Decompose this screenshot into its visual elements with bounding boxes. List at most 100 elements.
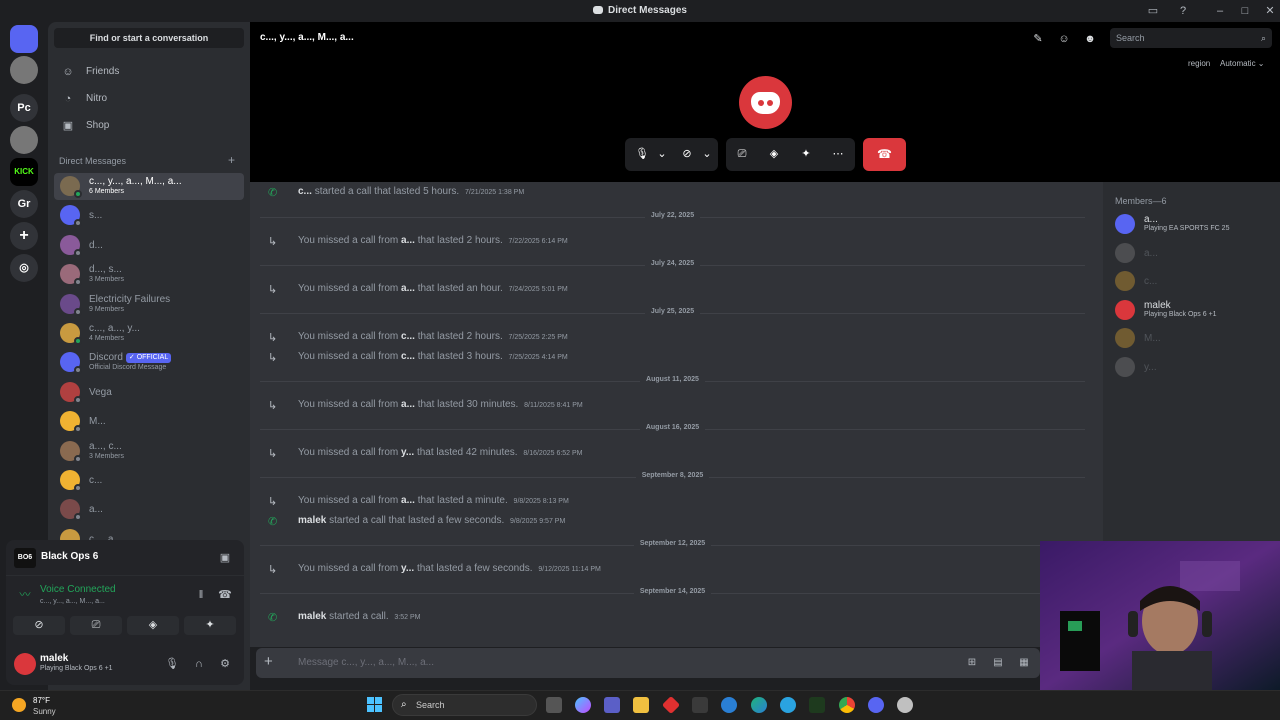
- dm-item[interactable]: Electricity Failures 9 Members: [54, 291, 244, 318]
- screen-share-button[interactable]: ⎚: [70, 616, 122, 635]
- message-user[interactable]: malek: [298, 611, 326, 622]
- add-server-icon[interactable]: +: [10, 222, 38, 250]
- gear-icon[interactable]: ⚙: [218, 657, 232, 671]
- store-icon[interactable]: [692, 697, 708, 713]
- start-button[interactable]: [367, 697, 383, 713]
- attach-icon[interactable]: +: [264, 653, 273, 670]
- dm-subtitle: 3 Members: [89, 276, 125, 284]
- telegram-icon[interactable]: [780, 697, 796, 713]
- server-icon[interactable]: KICK: [10, 158, 38, 186]
- minimize-button[interactable]: –: [1212, 3, 1228, 19]
- stream-game-icon[interactable]: ▣: [218, 551, 232, 565]
- edge-icon[interactable]: [751, 697, 767, 713]
- pin-icon[interactable]: ✎: [1031, 32, 1045, 46]
- nav-nitro[interactable]: ◔ Nitro: [56, 87, 242, 111]
- member-item[interactable]: M...: [1115, 328, 1275, 350]
- dm-item[interactable]: c..., a..., y... 4 Members: [54, 320, 244, 347]
- member-item[interactable]: y...: [1115, 356, 1275, 379]
- dm-item[interactable]: a..., c... 3 Members: [54, 438, 244, 465]
- message-user[interactable]: a...: [401, 495, 415, 506]
- mic-icon[interactable]: 🎙︎: [633, 146, 651, 162]
- nav-shop[interactable]: ▣ Shop: [56, 114, 242, 138]
- copilot-icon[interactable]: [575, 697, 591, 713]
- message-user[interactable]: c...: [401, 331, 415, 342]
- account-row[interactable]: malek Playing Black Ops 6 +1 🎙︎ ∩ ⚙: [6, 646, 244, 682]
- gift-icon[interactable]: ⊞: [966, 657, 978, 669]
- compass-icon[interactable]: ◎: [10, 254, 38, 282]
- avatar: [1115, 299, 1135, 320]
- screen-share-icon[interactable]: ⎚: [733, 146, 751, 162]
- server-icon[interactable]: Gr: [10, 190, 38, 218]
- message-user[interactable]: y...: [401, 447, 414, 458]
- add-friends-icon[interactable]: ☺: [1057, 32, 1071, 46]
- dm-item[interactable]: c..., y..., a..., M..., a... 6 Members: [54, 173, 244, 200]
- app-icon[interactable]: [809, 697, 825, 713]
- message-user[interactable]: a...: [401, 235, 415, 246]
- voice-connected-label[interactable]: Voice Connected: [40, 584, 116, 595]
- create-dm-icon[interactable]: +: [228, 153, 235, 167]
- soundboard-icon[interactable]: ✦: [797, 146, 815, 162]
- gif-icon[interactable]: ▤: [992, 657, 1004, 669]
- teams-icon[interactable]: [604, 697, 620, 713]
- region-select[interactable]: Automatic ⌄: [1220, 59, 1265, 68]
- close-button[interactable]: ✕: [1262, 3, 1278, 19]
- maximize-button[interactable]: □: [1237, 3, 1253, 19]
- search-input[interactable]: Search ⌕: [1110, 28, 1272, 48]
- dm-item[interactable]: s...: [54, 202, 244, 229]
- server-icon[interactable]: [10, 56, 38, 84]
- find-conversation-button[interactable]: Find or start a conversation: [54, 28, 244, 48]
- member-item[interactable]: a...: [1115, 242, 1275, 265]
- server-icon[interactable]: [10, 126, 38, 154]
- taskbar-search[interactable]: ⌕ Search: [392, 694, 537, 716]
- app-icon[interactable]: [661, 695, 681, 715]
- dm-item[interactable]: a...: [54, 496, 244, 523]
- chevron-down-icon[interactable]: ⌄: [653, 146, 671, 162]
- message-composer[interactable]: + Message c..., y..., a..., M..., a... ⊞…: [256, 648, 1040, 678]
- message-user[interactable]: a...: [401, 283, 415, 294]
- camera-off-icon[interactable]: ⊘: [678, 146, 696, 162]
- noise-suppression-icon[interactable]: ǁ: [194, 588, 208, 602]
- chevron-down-icon[interactable]: ⌄: [698, 146, 716, 162]
- message-user[interactable]: malek: [298, 515, 326, 526]
- soundboard-button[interactable]: ✦: [184, 616, 236, 635]
- activity-button[interactable]: ◈: [127, 616, 179, 635]
- member-item[interactable]: c...: [1115, 271, 1275, 293]
- message-user[interactable]: c...: [298, 186, 312, 197]
- dm-item[interactable]: c...: [54, 467, 244, 494]
- disconnect-icon[interactable]: ☎: [218, 588, 232, 602]
- task-view-icon[interactable]: [546, 697, 562, 713]
- help-icon[interactable]: ?: [1175, 3, 1191, 19]
- dm-item[interactable]: Vega: [54, 379, 244, 406]
- message-user[interactable]: a...: [401, 399, 415, 410]
- file-explorer-icon[interactable]: [633, 697, 649, 713]
- app-icon[interactable]: [897, 697, 913, 713]
- message-user[interactable]: c...: [401, 351, 415, 362]
- dm-item[interactable]: Discord ✓ OFFICIAL Official Discord Messag…: [54, 349, 244, 376]
- message-input[interactable]: Message c..., y..., a..., M..., a...: [298, 657, 434, 668]
- app-icon[interactable]: [721, 697, 737, 713]
- inbox-icon[interactable]: ▭: [1145, 3, 1161, 19]
- headphones-icon[interactable]: ∩: [192, 657, 206, 671]
- member-item[interactable]: malek Playing Black Ops 6 +1: [1115, 299, 1275, 322]
- call-avatar[interactable]: [739, 76, 792, 129]
- member-list-icon[interactable]: ☻: [1083, 32, 1097, 46]
- dm-item[interactable]: d..., s... 3 Members: [54, 261, 244, 288]
- activity-icon[interactable]: ◈: [765, 146, 783, 162]
- server-icon[interactable]: Pc: [10, 94, 38, 122]
- member-item[interactable]: a... Playing EA SPORTS FC 25: [1115, 214, 1275, 236]
- sticker-icon[interactable]: ▦: [1018, 657, 1030, 669]
- camera-off-button[interactable]: ⊘: [13, 616, 65, 635]
- hang-up-button[interactable]: ☎: [863, 138, 906, 171]
- discord-icon[interactable]: [868, 697, 884, 713]
- nav-friends[interactable]: ☺ Friends: [56, 60, 242, 84]
- voice-channel-label[interactable]: c..., y..., a..., M..., a...: [40, 598, 105, 605]
- dm-item[interactable]: M...: [54, 408, 244, 435]
- dm-item[interactable]: d...: [54, 232, 244, 259]
- signal-icon[interactable]: 〰: [18, 588, 32, 602]
- avatar[interactable]: [14, 653, 36, 675]
- discord-home-icon[interactable]: [10, 25, 38, 53]
- message-user[interactable]: y...: [401, 563, 414, 574]
- more-icon[interactable]: ⋯: [829, 146, 847, 162]
- chrome-icon[interactable]: [839, 697, 855, 713]
- mic-icon[interactable]: 🎙︎: [165, 657, 179, 671]
